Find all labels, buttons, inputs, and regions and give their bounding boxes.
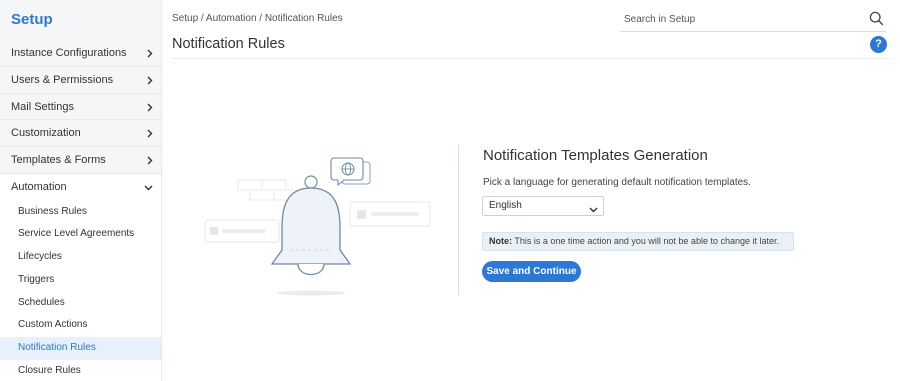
sidebar-subitem-lifecycles[interactable]: Lifecycles: [0, 246, 161, 269]
header-divider: [172, 58, 890, 59]
chevron-down-icon: [144, 174, 153, 191]
sidebar-subitem-business-rules[interactable]: Business Rules: [0, 201, 161, 224]
section-title: Notification Templates Generation: [483, 147, 708, 164]
chevron-right-icon: [147, 67, 153, 85]
card-right-icon: [349, 201, 431, 227]
sidebar-item-mail-settings[interactable]: Mail Settings: [0, 93, 161, 121]
section-description: Pick a language for generating default n…: [483, 177, 751, 188]
search-box: [620, 8, 886, 32]
note-text: This is a one time action and you will n…: [512, 236, 779, 246]
sidebar-item-customization[interactable]: Customization: [0, 120, 161, 148]
sidebar-item-label: Customization: [11, 127, 81, 140]
sidebar-title: Setup: [11, 11, 53, 28]
language-select[interactable]: English: [482, 196, 604, 216]
sidebar-item-label: Mail Settings: [11, 100, 74, 113]
sidebar-subitem-closure-rules[interactable]: Closure Rules: [0, 360, 161, 381]
language-select-value: English: [489, 200, 522, 211]
search-icon[interactable]: [869, 11, 884, 31]
sidebar-subitem-notification-rules[interactable]: Notification Rules: [0, 336, 161, 360]
sidebar-item-label: Templates & Forms: [11, 154, 106, 167]
sidebar-item-label: Users & Permissions: [11, 73, 114, 86]
sidebar-subitem-triggers[interactable]: Triggers: [0, 269, 161, 292]
sidebar-subitem-schedules[interactable]: Schedules: [0, 292, 161, 315]
chevron-right-icon: [147, 40, 153, 58]
sidebar-item-label: Instance Configurations: [11, 47, 127, 59]
automation-submenu: Business Rules Service Level Agreements …: [0, 200, 161, 381]
page-title: Notification Rules: [172, 36, 285, 52]
bell-icon: [270, 175, 352, 296]
sidebar: Setup Instance Configurations Users & Pe…: [0, 0, 162, 381]
sidebar-item-instance-configurations[interactable]: Instance Configurations: [0, 40, 161, 67]
vertical-divider: [458, 145, 459, 295]
sidebar-item-label: Automation: [11, 180, 67, 193]
help-icon[interactable]: ?: [870, 36, 887, 53]
note-box: Note: This is a one time action and you …: [482, 232, 794, 251]
save-and-continue-button[interactable]: Save and Continue: [482, 261, 581, 282]
search-input[interactable]: [620, 8, 860, 30]
sidebar-item-templates-forms[interactable]: Templates & Forms: [0, 147, 161, 174]
sidebar-item-users-permissions[interactable]: Users & Permissions: [0, 66, 161, 94]
note-label: Note:: [489, 236, 512, 246]
sidebar-item-automation[interactable]: Automation: [0, 173, 161, 201]
chevron-right-icon: [147, 120, 153, 138]
sidebar-subitem-service-level-agreements[interactable]: Service Level Agreements: [0, 223, 161, 246]
chevron-down-icon: [589, 202, 598, 220]
chevron-right-icon: [147, 94, 153, 112]
bell-illustration: [200, 150, 436, 300]
card-left-icon: [204, 219, 280, 243]
chevron-right-icon: [147, 147, 153, 165]
sidebar-subitem-custom-actions[interactable]: Custom Actions: [0, 314, 161, 337]
breadcrumb[interactable]: Setup / Automation / Notification Rules: [172, 13, 343, 24]
globe-chat-icon: [330, 157, 371, 187]
